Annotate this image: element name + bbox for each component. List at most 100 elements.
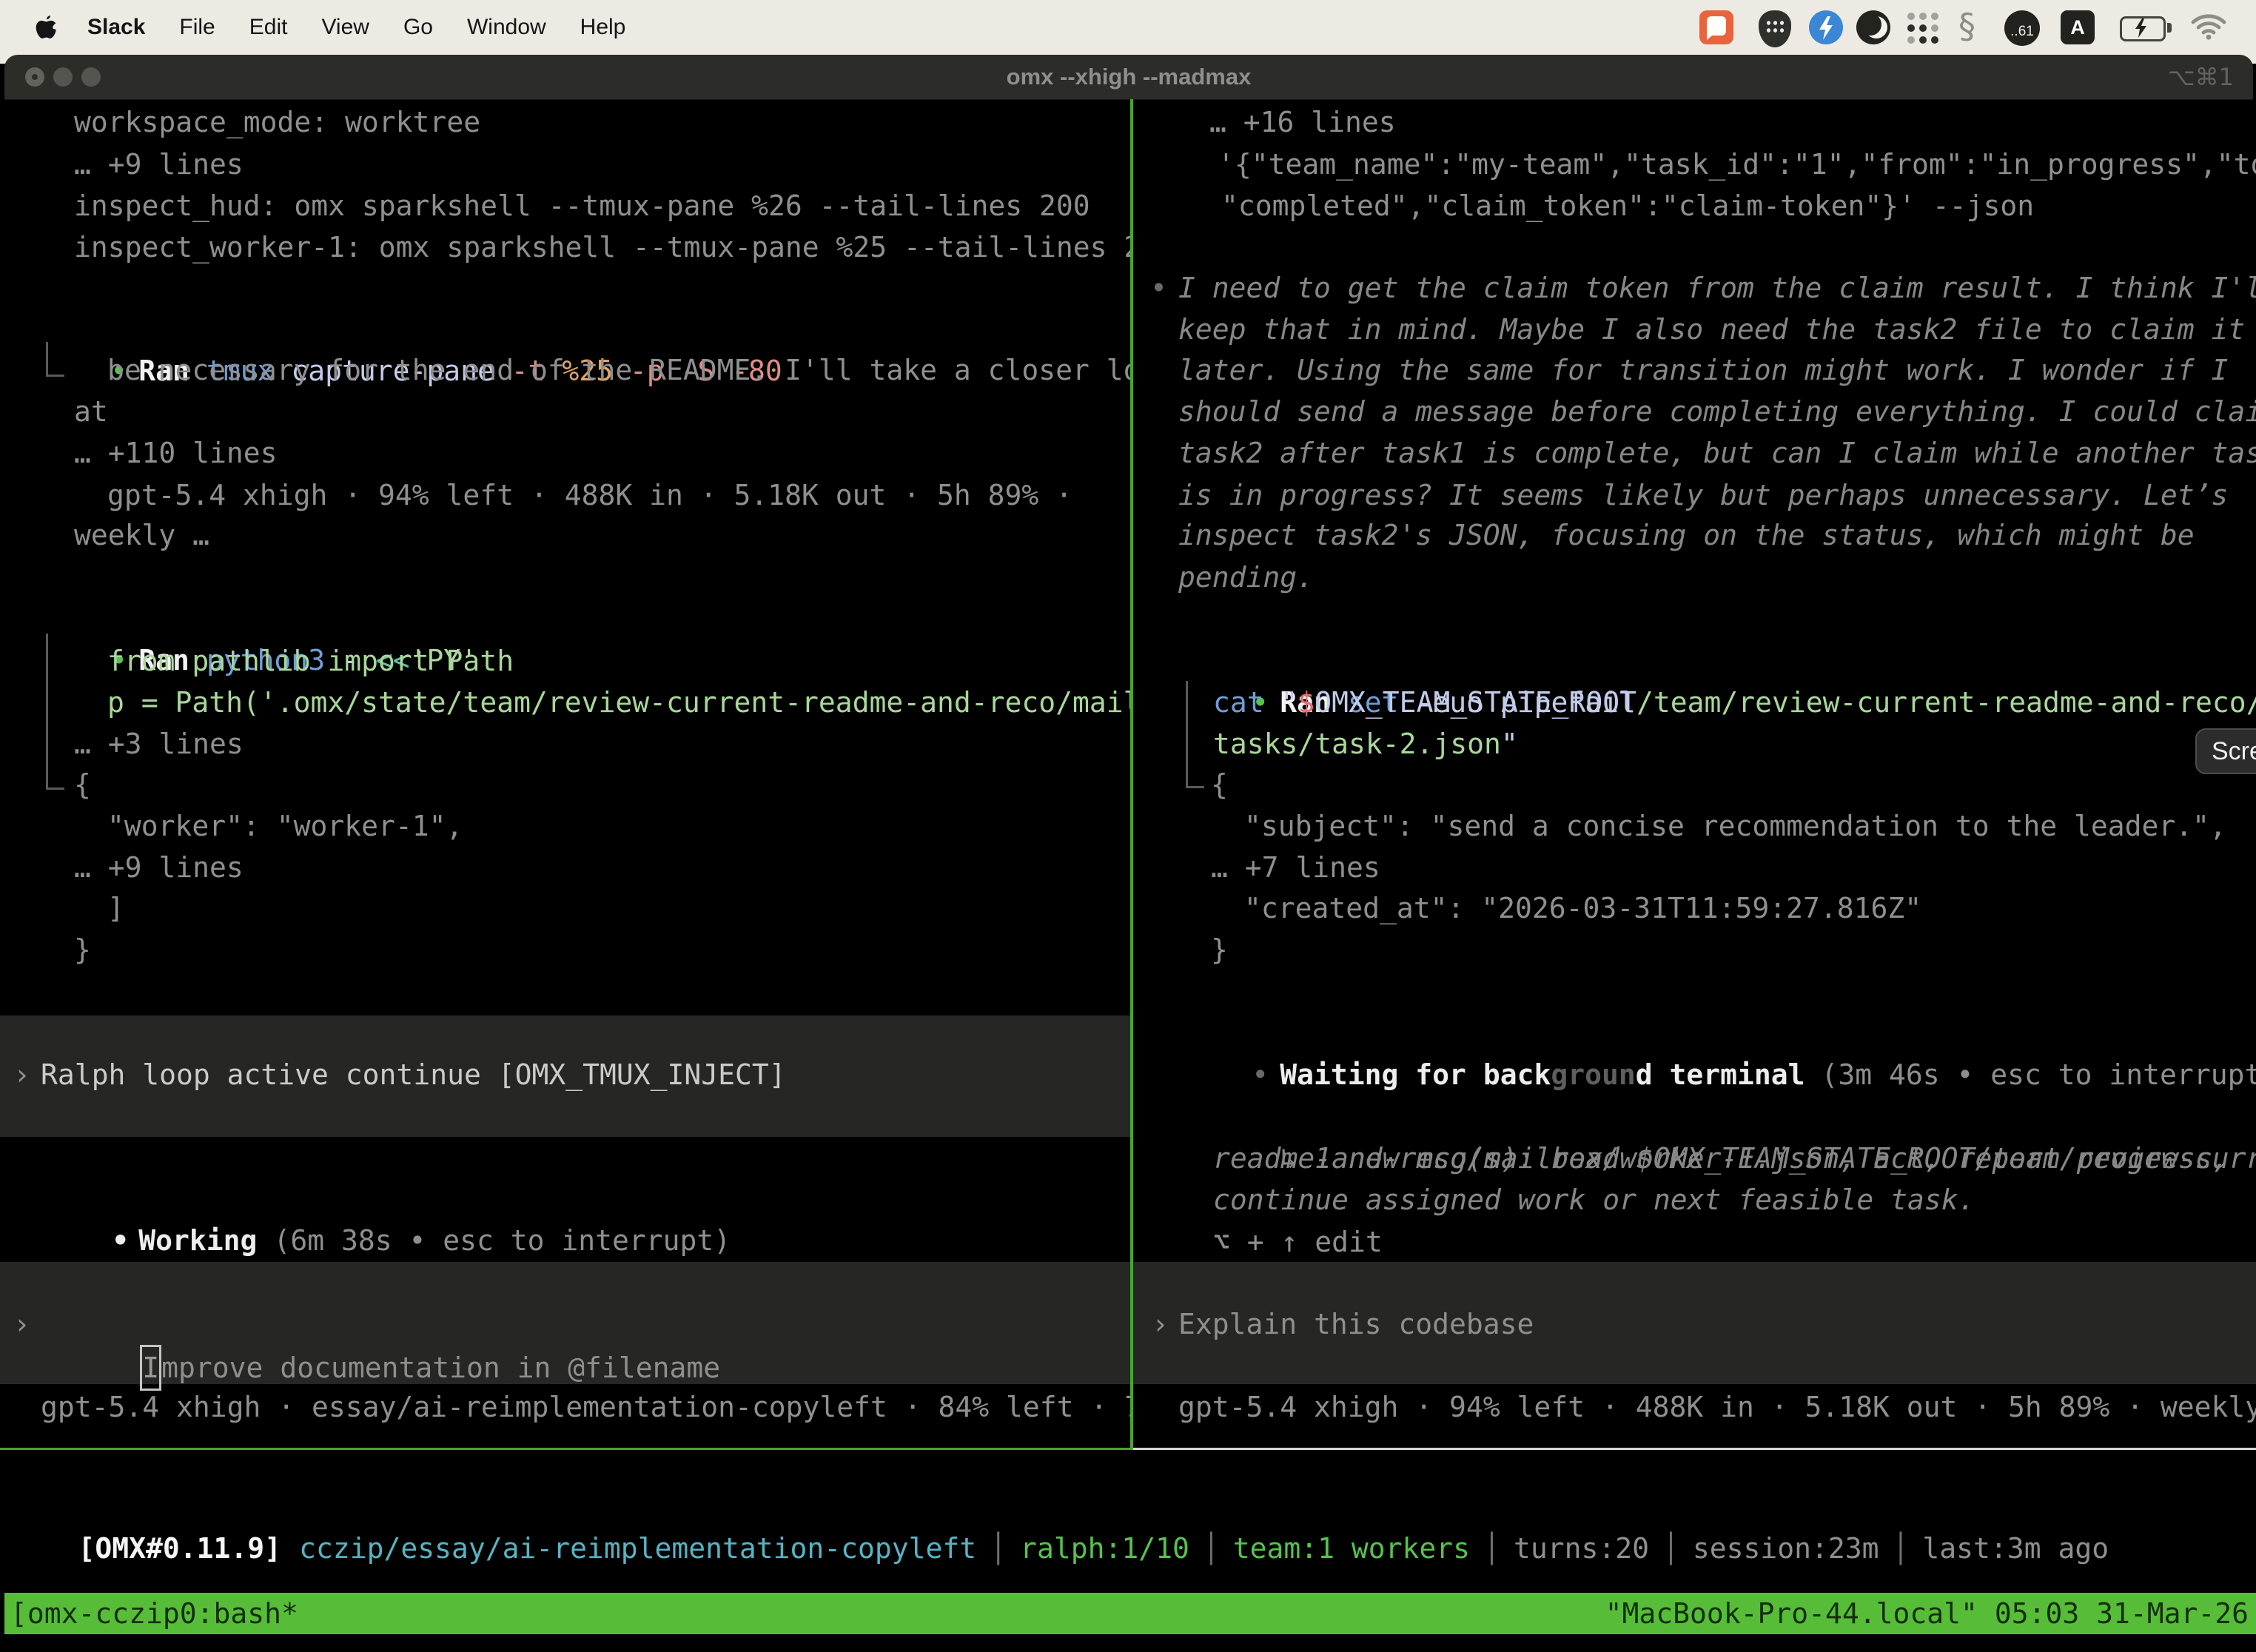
right-terminal-pane[interactable]: … +16 lines '{"team_name":"my-team","tas… xyxy=(1133,99,2256,1448)
hud-ralph-counter: ralph:1/10 xyxy=(1020,1532,1189,1565)
terminal-line: ] xyxy=(107,887,124,929)
command-line: •Ranset -euo pipefail xyxy=(1150,640,1636,682)
collapsed-lines-indicator[interactable]: … +110 lines xyxy=(74,432,278,474)
collapsed-lines-indicator[interactable]: … +9 lines xyxy=(74,847,244,888)
tree-guide xyxy=(1186,681,1204,788)
terminal-line: … +9 lines xyxy=(74,144,244,185)
mailbox-message-line: continue assigned work or next feasible … xyxy=(1213,1179,1975,1220)
window-title-bar[interactable]: omx --xhigh --madmax ⌥⌘1 xyxy=(4,55,2253,100)
hud-turns: turns:20 xyxy=(1514,1532,1649,1565)
command-line: •Rantmux capture-pane -t %25 -p -S -80 xyxy=(9,309,782,350)
hud-separator: │ xyxy=(1203,1532,1220,1565)
terminal-line: inspect_hud: omx sparkshell --tmux-pane … xyxy=(74,185,1090,226)
input-prompt[interactable]: › xyxy=(1152,1303,1169,1345)
mailbox-message-line: readme-and-reco/mailbox/worker-1.json, a… xyxy=(1213,1138,2229,1179)
tmux-session-name[interactable]: [omx-cczip0:bash* xyxy=(10,1593,298,1634)
thinking-line: pending. xyxy=(1178,557,1314,598)
terminal-line: weekly … xyxy=(74,514,209,556)
working-label: Working xyxy=(138,1224,257,1257)
edit-hint: ⌥ + ↑ edit xyxy=(1213,1221,1383,1263)
terminal-line: "worker": "worker-1", xyxy=(107,805,463,847)
tree-guide xyxy=(46,634,64,790)
command-continuation: cat "$OMX_TEAM_STATE_ROOT/team/review-cu… xyxy=(1213,682,2256,723)
menu-app-name[interactable]: Slack xyxy=(87,15,145,40)
pane-divider[interactable] xyxy=(1130,99,1133,1450)
window-title: omx --xhigh --madmax xyxy=(4,55,2253,99)
left-input-placeholder[interactable]: Improve documentation in @filename xyxy=(41,1303,720,1345)
menu-window[interactable]: Window xyxy=(467,15,546,40)
waiting-label: d terminal xyxy=(1636,1058,1805,1091)
chat-app-icon[interactable] xyxy=(1699,10,1733,44)
terminal-line: { xyxy=(74,764,91,805)
hud-separator: │ xyxy=(990,1532,1007,1565)
wifi-icon[interactable] xyxy=(2191,12,2226,44)
collapsed-lines-indicator[interactable]: … +7 lines xyxy=(1211,847,1380,888)
code-line: from pathlib import Path xyxy=(107,640,514,682)
menu-help[interactable]: Help xyxy=(580,15,626,40)
thinking-line: should send a message before completing … xyxy=(1178,391,2256,432)
omx-version-badge: [OMX#0.11.9] xyxy=(78,1532,282,1565)
ralph-banner-text: Ralph loop active continue [OMX_TMUX_INJ… xyxy=(41,1054,786,1095)
status-icon-cluster: § ..61 A xyxy=(1679,0,2256,55)
menu-go[interactable]: Go xyxy=(403,15,433,40)
bolt-app-icon[interactable] xyxy=(1809,10,1843,44)
thinking-line: inspect task2's JSON, focusing on the st… xyxy=(1178,514,2195,556)
dots-grid-icon[interactable] xyxy=(1905,10,1941,46)
terminal-line: "created_at": "2026-03-31T11:59:27.816Z" xyxy=(1244,887,1921,929)
terminal-line: inspect_worker-1: omx sparkshell --tmux-… xyxy=(74,226,1130,268)
tooltip: Scre xyxy=(2195,728,2256,774)
collapsed-lines-indicator[interactable]: … +16 lines xyxy=(1209,101,1396,143)
hud-separator: │ xyxy=(1893,1532,1910,1565)
input-prompt[interactable]: › xyxy=(13,1303,30,1345)
working-bullet: • xyxy=(112,1220,138,1261)
thinking-line: task2 after task1 is complete, but can I… xyxy=(1178,432,2256,474)
thinking-line: is in progress? It seems likely but perh… xyxy=(1178,474,2228,516)
left-model-status-line: gpt-5.4 xhigh · essay/ai-reimplementatio… xyxy=(41,1386,1130,1428)
shield-grid-icon[interactable] xyxy=(1759,10,1791,47)
command-line: •Ranpython3 - <<'PY' xyxy=(9,598,477,639)
menu-edit[interactable]: Edit xyxy=(249,15,288,40)
text-cursor: I xyxy=(140,1345,161,1391)
battery-icon[interactable] xyxy=(2120,16,2173,40)
tmux-status-bar: [omx-cczip0:bash* "MacBook-Pro-44.local"… xyxy=(4,1593,2256,1634)
input-source-icon[interactable]: A xyxy=(2061,10,2095,44)
hud-team-workers: team:1 workers xyxy=(1233,1532,1470,1565)
terminal-line: { xyxy=(1211,764,1228,805)
ralph-banner-prompt: › xyxy=(13,1054,30,1095)
terminal-line: gpt-5.4 xhigh · 94% left · 488K in · 5.1… xyxy=(107,474,1072,516)
hud-project: cczip/essay/ai-reimplementation-copyleft xyxy=(299,1532,976,1565)
terminal-line: at xyxy=(74,391,108,432)
hud-session-time: session:23m xyxy=(1693,1532,1879,1565)
macos-screen: Slack File Edit View Go Window Help § ..… xyxy=(0,0,2256,1652)
tree-guide xyxy=(46,342,64,377)
crescent-icon[interactable] xyxy=(1856,10,1890,44)
thinking-line: later. Using the same for transition mig… xyxy=(1178,349,2228,391)
pane-bottom-border-left xyxy=(0,1448,1133,1450)
working-detail: (6m 38s • esc to interrupt) xyxy=(273,1224,731,1257)
collapsed-lines-indicator[interactable]: … +3 lines xyxy=(74,723,244,765)
waiting-status-line: •Waiting for background terminal(3m 46s … xyxy=(1150,1013,2256,1054)
placeholder-text: mprove documentation in @filename xyxy=(161,1352,720,1384)
mailbox-message-line: ↳1 new msg(s): read $OMX_TEAM_STATE_ROOT… xyxy=(1178,1096,2256,1138)
hud-separator: │ xyxy=(1662,1532,1679,1565)
terminal-line: be necessary for the end of the README. … xyxy=(107,349,1130,391)
terminal-line: } xyxy=(1211,929,1228,970)
terminal-line: workspace_mode: worktree xyxy=(74,101,480,143)
apple-menu-icon[interactable] xyxy=(34,13,58,41)
window-shortcut-badge: ⌥⌘1 xyxy=(2168,55,2234,99)
menu-view[interactable]: View xyxy=(321,15,369,40)
thinking-line: keep that in mind. Maybe I also need the… xyxy=(1178,309,2245,350)
pane-bottom-border-right xyxy=(1133,1448,2256,1450)
battery-percent-icon[interactable]: ..61 xyxy=(2004,10,2040,46)
waiting-detail: (3m 46s • esc to interrupt) xyxy=(1822,1058,2256,1091)
menu-file[interactable]: File xyxy=(179,15,215,40)
left-terminal-pane[interactable]: workspace_mode: worktree … +9 lines insp… xyxy=(0,99,1130,1448)
right-input-placeholder[interactable]: Explain this codebase xyxy=(1178,1303,1534,1345)
thinking-bullet: • xyxy=(1150,267,1167,309)
terminal-line: } xyxy=(74,929,91,970)
command-continuation: tasks/task-2.json" xyxy=(1213,723,1518,765)
waiting-label-shimmer: groun xyxy=(1551,1058,1635,1091)
waiting-label: Waiting for back xyxy=(1280,1058,1551,1091)
omx-hud-status-line: [OMX#0.11.9]cczip/essay/ai-reimplementat… xyxy=(10,1486,2109,1528)
squiggle-icon[interactable]: § xyxy=(1958,6,1975,46)
